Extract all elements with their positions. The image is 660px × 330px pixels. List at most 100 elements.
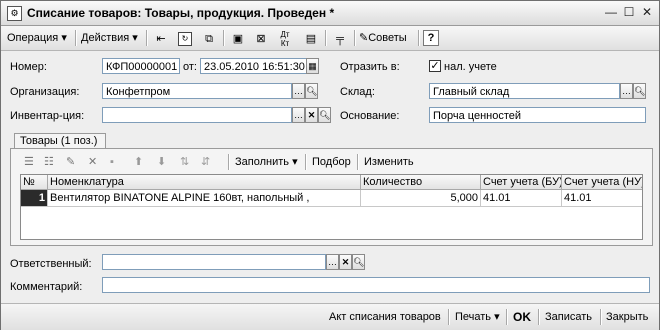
warehouse-label: Склад: <box>340 86 375 98</box>
structure-icon[interactable]: ⧉ <box>199 29 219 49</box>
help-button[interactable]: ? <box>423 30 439 46</box>
number-field[interactable]: КФП00000001 <box>102 58 180 74</box>
column-header[interactable]: Счет учета (БУ) <box>481 175 562 190</box>
toolbar-separator <box>538 309 540 325</box>
toolbar-separator <box>146 30 148 46</box>
comment-field[interactable] <box>102 277 650 293</box>
toolbar-separator <box>228 154 230 170</box>
ok-button[interactable]: OK <box>513 309 531 325</box>
responsible-field[interactable] <box>102 254 326 270</box>
responsible-label: Ответственный: <box>10 258 92 270</box>
toolbar-separator <box>600 309 602 325</box>
toolbar-separator <box>223 30 225 46</box>
print-label: Печать <box>455 311 492 323</box>
dropdown-arrow-icon: ▾ <box>132 32 138 44</box>
operation-menu-button[interactable]: Операция ▾ <box>7 29 67 47</box>
tips-icon: ✎ <box>359 32 369 44</box>
toolbar-separator <box>448 309 450 325</box>
toolbar-separator <box>354 30 356 46</box>
dropdown-arrow-icon: ▾ <box>61 32 67 44</box>
delete-row-icon[interactable]: ✕ <box>88 153 97 171</box>
column-header[interactable]: Номенклатура <box>48 175 361 190</box>
print-menu-button[interactable]: Печать ▾ <box>455 309 500 325</box>
table-cell[interactable]: 41.01 <box>481 190 562 207</box>
document-window: ⚙ Списание товаров: Товары, продукция. П… <box>0 0 660 330</box>
table-cell[interactable]: 5,000 <box>361 190 481 207</box>
warehouse-field[interactable]: Главный склад <box>429 83 620 99</box>
reflect-label: Отразить в: <box>340 61 400 73</box>
select-button[interactable]: … <box>326 254 339 270</box>
move-down-icon[interactable]: ⬇ <box>157 153 166 171</box>
actions-menu-button[interactable]: Действия ▾ <box>81 29 138 47</box>
table-cell[interactable]: 1 <box>21 190 48 207</box>
bottom-command-bar: Акт списания товаров Печать ▾ OK Записат… <box>1 303 659 330</box>
toolbar-separator <box>75 30 77 46</box>
select-button[interactable]: … <box>292 107 305 123</box>
main-toolbar: Операция ▾ Действия ▾ ⇤ ↻ ⧉ ▣ ⊠ Дт Кт ▤ … <box>1 26 659 51</box>
refresh-icon[interactable]: ↻ <box>175 29 195 49</box>
basis-field[interactable]: Порча ценностей <box>429 107 646 123</box>
operation-label: Операция <box>7 32 59 44</box>
comment-label: Комментарий: <box>10 281 83 293</box>
post-icon[interactable]: ▣ <box>228 29 248 49</box>
organization-field[interactable]: Конфетпром <box>102 83 292 99</box>
window-title: Списание товаров: Товары, продукция. Про… <box>27 6 335 20</box>
column-header[interactable]: Счет учета (НУ) <box>562 175 642 190</box>
save-button[interactable]: Записать <box>545 309 592 325</box>
toolbar-separator <box>357 154 359 170</box>
move-prev-icon[interactable]: ⇤ <box>151 29 171 49</box>
select-button[interactable]: … <box>292 83 305 99</box>
minimize-icon[interactable]: — <box>603 5 619 20</box>
subordination-icon[interactable]: ╤ <box>330 29 350 49</box>
sort-ascending-icon[interactable]: ⇅ <box>180 153 189 171</box>
open-search-icon[interactable]: 🔍︎ <box>318 107 331 123</box>
table-cell[interactable]: Вентилятор BINATONE ALPINE 160вт, наполь… <box>48 190 361 207</box>
table-cell[interactable]: 41.01 <box>562 190 642 207</box>
fill-menu-button[interactable]: Заполнить ▾ <box>235 153 298 171</box>
tips-button[interactable]: ✎Советы <box>359 29 407 47</box>
close-icon[interactable]: ✕ <box>639 5 655 20</box>
fill-label: Заполнить <box>235 156 290 168</box>
help-icon: ? <box>427 32 435 44</box>
toolbar-separator <box>305 154 307 170</box>
inventory-field[interactable] <box>102 107 292 123</box>
select-items-button[interactable]: Подбор <box>312 153 351 171</box>
document-icon: ⚙ <box>7 6 22 21</box>
maximize-icon[interactable]: ☐ <box>621 5 637 20</box>
change-button[interactable]: Изменить <box>364 153 414 171</box>
number-label: Номер: <box>10 61 47 73</box>
basis-label: Основание: <box>340 110 400 122</box>
sort-descending-icon[interactable]: ⇵ <box>201 153 210 171</box>
writeoff-act-button[interactable]: Акт списания товаров <box>329 309 441 325</box>
open-search-icon[interactable]: 🔍︎ <box>305 83 318 99</box>
title-bar: ⚙ Списание товаров: Товары, продукция. П… <box>1 1 659 26</box>
actions-label: Действия <box>81 32 130 44</box>
unpost-icon[interactable]: ⊠ <box>251 29 271 49</box>
add-row-icon[interactable]: ☰ <box>24 153 34 171</box>
end-edit-icon[interactable]: ▪ <box>110 153 114 171</box>
goods-table: № Номенклатура Количество Счет учета (БУ… <box>20 174 643 240</box>
tax-accounting-checkbox[interactable]: ✓ <box>429 60 441 72</box>
clear-icon[interactable]: ✕ <box>305 107 318 123</box>
report-icon[interactable]: ▤ <box>301 29 321 49</box>
dropdown-arrow-icon: ▾ <box>494 311 500 323</box>
organization-label: Организация: <box>10 86 80 98</box>
toolbar-separator <box>506 309 508 325</box>
tax-accounting-label: нал. учете <box>444 61 497 73</box>
clear-icon[interactable]: ✕ <box>339 254 352 270</box>
open-search-icon[interactable]: 🔍︎ <box>352 254 365 270</box>
move-up-icon[interactable]: ⬆ <box>134 153 143 171</box>
dt-kt-icon[interactable]: Дт Кт <box>275 29 295 49</box>
dropdown-arrow-icon: ▾ <box>292 156 298 168</box>
column-header[interactable]: № <box>21 175 48 190</box>
toolbar-separator <box>325 30 327 46</box>
close-button[interactable]: Закрыть <box>606 309 648 325</box>
column-header[interactable]: Количество <box>361 175 481 190</box>
select-button[interactable]: … <box>620 83 633 99</box>
open-search-icon[interactable]: 🔍︎ <box>633 83 646 99</box>
calendar-icon[interactable]: ▦ <box>306 58 319 74</box>
date-field[interactable]: 23.05.2010 16:51:30 <box>200 58 307 74</box>
edit-row-icon[interactable]: ✎ <box>66 153 75 171</box>
copy-row-icon[interactable]: ☷ <box>44 153 54 171</box>
tab-goods[interactable]: Товары (1 поз.) <box>14 133 106 148</box>
